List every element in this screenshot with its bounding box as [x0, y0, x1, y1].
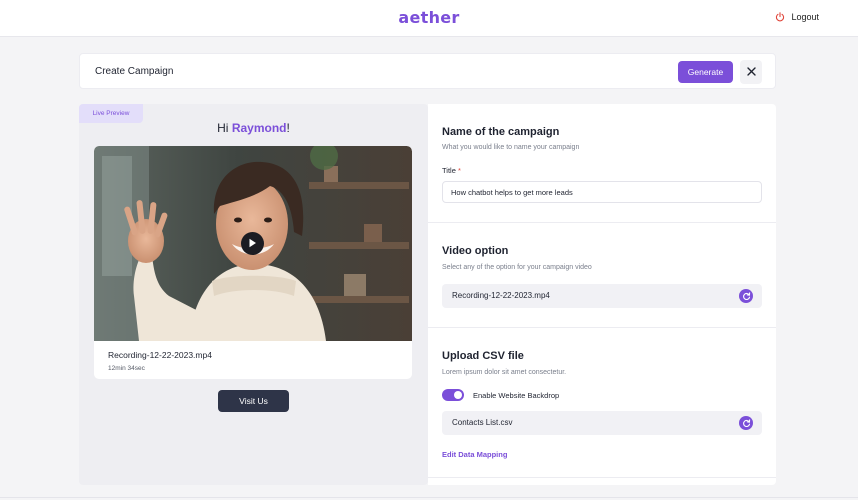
video-filename: Recording-12-22-2023.mp4 [108, 350, 212, 360]
campaign-title-input[interactable] [442, 181, 762, 203]
video-option-title: Video option [442, 245, 509, 257]
csv-select-value: Contacts List.csv [452, 418, 513, 427]
edit-data-mapping-link[interactable]: Edit Data Mapping [442, 450, 507, 459]
campaign-name-section: Name of the campaign What you would like… [428, 104, 776, 223]
page-title: Create Campaign [95, 66, 174, 77]
power-icon [775, 12, 785, 22]
video-duration: 12min 34sec [108, 365, 145, 372]
title-field-label: Title * [442, 166, 461, 175]
video-card: Recording-12-22-2023.mp4 12min 34sec [94, 146, 412, 379]
csv-file-select[interactable]: Contacts List.csv [442, 411, 762, 435]
greeting-name: Raymond [231, 121, 287, 135]
campaign-name-subtitle: What you would like to name your campaig… [442, 144, 580, 151]
refresh-icon[interactable] [739, 289, 753, 303]
video-option-subtitle: Select any of the option for your campai… [442, 264, 592, 271]
website-backdrop-label: Enable Website Backdrop [473, 390, 560, 400]
upload-csv-subtitle: Lorem ipsum dolor sit amet consectetur. [442, 369, 567, 376]
top-navbar: aether Logout [0, 0, 858, 37]
play-icon [248, 235, 257, 253]
greeting-prefix: Hi [217, 121, 232, 135]
brand-logo: aether [398, 8, 460, 27]
video-option-section: Video option Select any of the option fo… [428, 223, 776, 328]
logout-label: Logout [791, 12, 819, 22]
close-button[interactable] [740, 60, 762, 84]
website-backdrop-toggle-row: Enable Website Backdrop [442, 389, 559, 401]
video-select-value: Recording-12-22-2023.mp4 [452, 291, 550, 300]
visit-us-button[interactable]: Visit Us [218, 390, 289, 412]
upload-csv-title: Upload CSV file [442, 350, 524, 362]
greeting-suffix: ! [286, 121, 290, 135]
video-select[interactable]: Recording-12-22-2023.mp4 [442, 284, 762, 308]
upload-csv-section: Upload CSV file Lorem ipsum dolor sit am… [428, 328, 776, 478]
logout-button[interactable]: Logout [775, 12, 819, 22]
live-preview-panel: Live Preview Hi Raymond! Recording-12-22… [79, 104, 428, 485]
footer-divider [0, 497, 858, 498]
title-label-text: Title [442, 166, 456, 175]
generate-button[interactable]: Generate [678, 61, 733, 83]
refresh-icon[interactable] [739, 416, 753, 430]
close-icon [746, 63, 756, 81]
required-mark: * [457, 166, 461, 175]
campaign-form: Name of the campaign What you would like… [428, 104, 776, 485]
play-button[interactable] [241, 232, 264, 255]
campaign-header-bar: Create Campaign Generate [79, 53, 776, 89]
website-backdrop-toggle[interactable] [442, 389, 464, 401]
preview-greeting: Hi Raymond! [79, 121, 428, 135]
campaign-name-title: Name of the campaign [442, 126, 560, 138]
